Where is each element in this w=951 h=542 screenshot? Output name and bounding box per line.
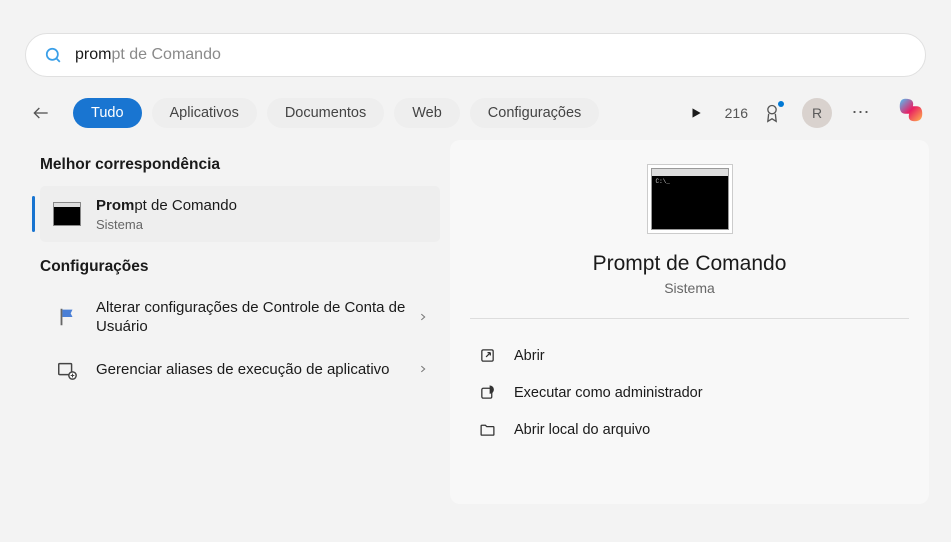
divider — [470, 318, 909, 319]
result-subtitle: Sistema — [96, 217, 428, 232]
settings-header: Configurações — [40, 258, 440, 276]
avatar[interactable]: R — [802, 98, 832, 128]
play-icon[interactable] — [681, 99, 711, 127]
detail-panel: Prompt de Comando Sistema Abrir — [450, 140, 929, 504]
open-icon — [478, 347, 496, 364]
app-alias-icon — [52, 357, 82, 383]
notification-dot — [778, 101, 784, 107]
filter-bar: Tudo Aplicativos Documentos Web Configur… — [0, 77, 951, 140]
result-alias-settings[interactable]: Gerenciar aliases de execução de aplicat… — [40, 347, 440, 393]
detail-title: Prompt de Comando — [593, 252, 787, 276]
action-label: Abrir local do arquivo — [514, 422, 650, 438]
search-typed-text: prom — [75, 46, 111, 63]
tab-apps[interactable]: Aplicativos — [152, 98, 257, 128]
content-area: Melhor correspondência Prompt de Comando… — [0, 140, 951, 504]
result-title: Gerenciar aliases de execução de aplicat… — [96, 360, 418, 380]
cmd-icon — [52, 201, 82, 227]
detail-subtitle: Sistema — [664, 280, 715, 296]
rewards-icon[interactable] — [762, 103, 782, 123]
shield-icon — [478, 384, 496, 401]
result-cmd-prompt[interactable]: Prompt de Comando Sistema — [40, 186, 440, 242]
more-button[interactable]: ⋯ — [846, 102, 876, 123]
action-run-admin[interactable]: Executar como administrador — [472, 374, 907, 411]
search-icon — [44, 46, 63, 65]
best-match-header: Melhor correspondência — [40, 156, 440, 174]
copilot-icon[interactable] — [896, 95, 926, 130]
action-list: Abrir Executar como administrador Abr — [470, 337, 909, 448]
detail-app-icon — [651, 168, 729, 230]
tab-all[interactable]: Tudo — [73, 98, 142, 128]
flag-icon — [52, 304, 82, 330]
result-title: Alterar configurações de Controle de Con… — [96, 298, 418, 337]
result-title: Prompt de Comando — [96, 196, 428, 216]
action-label: Executar como administrador — [514, 385, 703, 401]
results-panel: Melhor correspondência Prompt de Comando… — [0, 140, 450, 504]
back-button[interactable] — [25, 97, 57, 129]
tab-documents[interactable]: Documentos — [267, 98, 384, 128]
chevron-right-icon — [418, 362, 428, 377]
result-uac-settings[interactable]: Alterar configurações de Controle de Con… — [40, 288, 440, 347]
search-input[interactable]: prompt de Comando — [75, 46, 221, 64]
action-open-location[interactable]: Abrir local do arquivo — [472, 411, 907, 448]
chevron-right-icon — [418, 310, 428, 325]
search-bar[interactable]: prompt de Comando — [25, 33, 926, 77]
tab-settings[interactable]: Configurações — [470, 98, 600, 128]
search-autocomplete: pt de Comando — [111, 46, 220, 63]
action-open[interactable]: Abrir — [472, 337, 907, 374]
folder-icon — [478, 421, 496, 438]
action-label: Abrir — [514, 348, 545, 364]
tab-web[interactable]: Web — [394, 98, 460, 128]
rewards-points: 216 — [725, 105, 748, 121]
